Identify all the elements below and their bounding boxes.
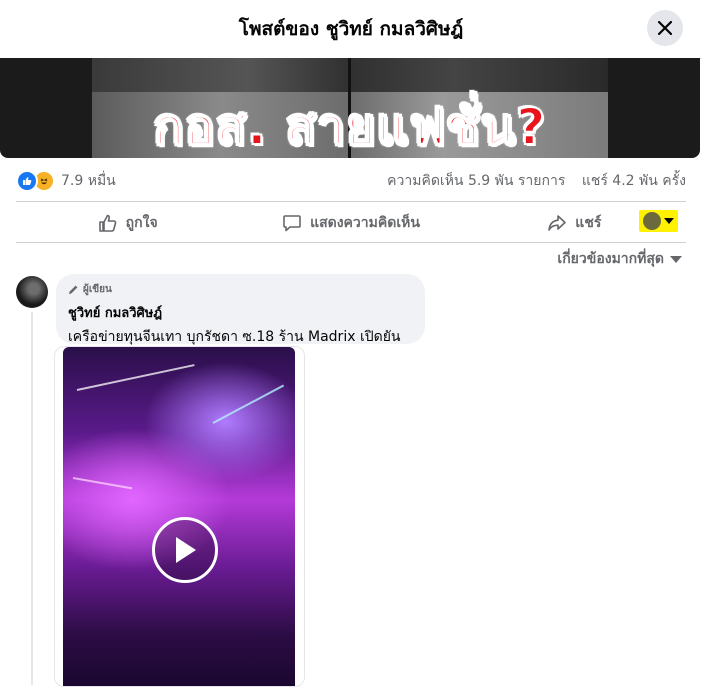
- comment-bubble: ผู้เขียน ชูวิทย์ กมลวิศิษฎ์ เครือข่ายทุน…: [56, 274, 425, 367]
- comment-button-label: แสดงความคิดเห็น: [310, 215, 420, 231]
- comment-bubble-icon: [283, 215, 301, 232]
- thumbs-up-icon: [98, 214, 117, 232]
- play-icon: [176, 537, 196, 563]
- page-avatar-icon: [643, 212, 661, 230]
- divider: [16, 201, 686, 202]
- author-badge: ผู้เขียน: [68, 282, 413, 297]
- close-button[interactable]: [647, 10, 683, 46]
- commenter-avatar[interactable]: [16, 276, 48, 308]
- comment-thread-line: [31, 312, 33, 685]
- engagement-counts: ความคิดเห็น 5.9 พัน รายการ แชร์ 4.2 พัน …: [375, 170, 686, 192]
- post-stats: 7.9 หมื่น ความคิดเห็น 5.9 พัน รายการ แชร…: [16, 168, 686, 194]
- share-button-label: แชร์: [575, 215, 602, 231]
- close-icon: [658, 21, 672, 35]
- like-button-label: ถูกใจ: [125, 215, 158, 231]
- post-image[interactable]: กอส. สายแฟชั่น?: [0, 58, 700, 158]
- caret-down-icon: [670, 255, 682, 263]
- banner-headline: กอส. สายแฟชั่น?: [153, 97, 547, 157]
- author-badge-label: ผู้เขียน: [83, 284, 112, 295]
- reactions-count: 7.9 หมื่น: [61, 173, 116, 189]
- react-as-selector[interactable]: [639, 210, 678, 232]
- divider: [16, 242, 686, 243]
- comments-count-link[interactable]: ความคิดเห็น 5.9 พัน รายการ: [387, 173, 565, 189]
- post-dialog-header: โพสต์ของ ชูวิทย์ กมลวิศิษฎ์: [0, 0, 702, 59]
- comment-video-attachment[interactable]: [54, 346, 305, 687]
- light-streak: [212, 384, 285, 424]
- shares-count-link[interactable]: แชร์ 4.2 พัน ครั้ง: [582, 173, 686, 189]
- reactions-summary[interactable]: 7.9 หมื่น: [16, 170, 116, 192]
- like-reaction-icon: [16, 170, 38, 192]
- comment-author-link[interactable]: ชูวิทย์ กมลวิศิษฎ์: [68, 302, 413, 323]
- share-arrow-icon: [548, 215, 567, 231]
- light-streak: [72, 477, 133, 490]
- dialog-title: โพสต์ของ ชูวิทย์ กมลวิศิษฎ์: [238, 18, 464, 40]
- play-button[interactable]: [152, 517, 218, 583]
- sort-label: เกี่ยวข้องมากที่สุด: [557, 251, 664, 267]
- comment-button[interactable]: แสดงความคิดเห็น: [239, 205, 462, 241]
- video-thumbnail[interactable]: [63, 347, 295, 686]
- comment-sort-dropdown[interactable]: เกี่ยวข้องมากที่สุด: [557, 248, 682, 270]
- light-streak: [76, 364, 195, 391]
- post-action-bar: ถูกใจ แสดงความคิดเห็น แชร์: [16, 204, 686, 242]
- like-button[interactable]: ถูกใจ: [16, 205, 239, 241]
- pencil-icon: [69, 285, 78, 294]
- chevron-down-icon: [664, 218, 674, 224]
